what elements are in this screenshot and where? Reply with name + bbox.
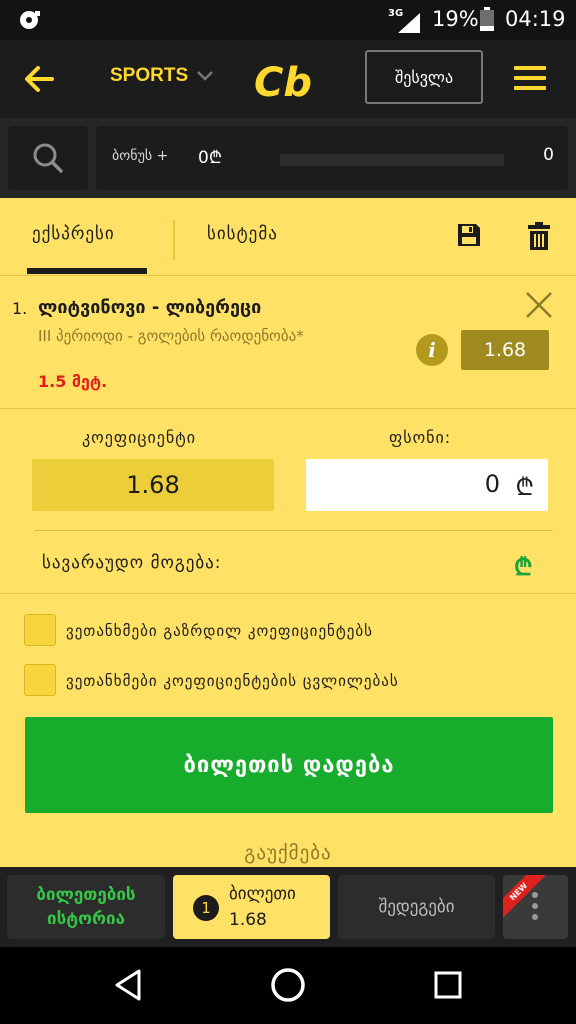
battery-percent: 19% [432, 7, 479, 31]
history-label-line2: ისტორია [47, 909, 125, 929]
stake-input[interactable]: 0 ₾ [306, 459, 548, 511]
coefficient-value: 1.68 [32, 459, 274, 511]
search-icon [33, 143, 63, 173]
battery-icon [480, 7, 494, 31]
lari-icon: ₾ [515, 473, 534, 501]
bonus-label: ბონუს + [112, 148, 169, 164]
system-nav-bar [0, 947, 576, 1024]
brand-logo[interactable]: Cb [252, 58, 326, 102]
nav-home-icon[interactable] [270, 967, 306, 1003]
notification-icon [20, 11, 40, 29]
tab-ticket[interactable]: 1 ბილეთი 1.68 [173, 875, 330, 939]
active-tab-indicator [27, 268, 147, 274]
sports-menu[interactable]: SPORTS [110, 65, 188, 87]
accept-odds-change-label[interactable]: ვეთანხმები კოეფიციენტების ცვლილებას [66, 672, 399, 690]
nav-recents-icon[interactable] [434, 971, 462, 999]
new-badge: NEW [503, 875, 546, 919]
search-button[interactable] [8, 126, 88, 190]
tab-ticket-history[interactable]: ბილეთების ისტორია [7, 875, 165, 939]
app-root: 3G 19% 04:19 SPORTS Cb შესვლა ბონუს + 0₾… [0, 0, 576, 1024]
bet-market: III პერიოდი - გოლების რაოდენობა* [38, 327, 304, 345]
app-header: SPORTS Cb შესვლა [0, 40, 576, 118]
more-menu-button[interactable]: NEW [503, 875, 568, 939]
bonus-progress-bar [280, 154, 504, 166]
coefficient-label: კოეფიციენტი [82, 428, 197, 447]
bottom-tab-bar: ბილეთების ისტორია 1 ბილეთი 1.68 შედეგები… [0, 867, 576, 947]
possible-win-label: სავარაუდო მოგება: [42, 553, 222, 573]
cancel-button[interactable]: გაუქმება [0, 842, 576, 864]
close-icon[interactable] [525, 291, 553, 319]
ticket-label: ბილეთი [229, 884, 296, 904]
possible-win-currency: ₾ [514, 553, 533, 581]
bonus-count: 0 [543, 145, 554, 165]
hamburger-menu-icon[interactable] [514, 66, 546, 92]
bet-event-title: ლიტვინოვი - ლიბერეცი [38, 297, 262, 318]
info-icon[interactable]: i [416, 334, 448, 366]
betslip-tabs: ექსპრესი სისტემა [0, 198, 576, 276]
accept-increased-odds-label[interactable]: ვეთანხმები გაზრდილ კოეფიციენტებს [66, 622, 373, 640]
divider [0, 593, 576, 594]
history-label-line1: ბილეთების [36, 885, 136, 905]
tab-system[interactable]: სისტემა [207, 224, 278, 244]
tab-results[interactable]: შედეგები [338, 875, 495, 939]
tab-divider [173, 220, 175, 260]
stake-label: ფსონი: [389, 428, 452, 447]
place-bet-button[interactable]: ბილეთის დადება [25, 717, 553, 813]
chevron-down-icon[interactable] [196, 69, 214, 83]
divider [34, 530, 553, 531]
status-bar: 3G 19% 04:19 [0, 0, 576, 40]
bet-index: 1. [12, 299, 28, 318]
more-vertical-icon [532, 892, 538, 925]
search-bonus-row: ბონუს + 0₾ 0 [0, 118, 576, 198]
ticket-count-badge: 1 [193, 895, 219, 921]
bonus-panel[interactable]: ბონუს + 0₾ 0 [96, 126, 568, 190]
bet-item: 1. ლიტვინოვი - ლიბერეცი III პერიოდი - გო… [0, 277, 576, 409]
login-button[interactable]: შესვლა [365, 50, 483, 104]
save-icon[interactable] [456, 222, 482, 248]
nav-back-icon[interactable] [114, 969, 142, 1001]
stake-value: 0 [484, 470, 500, 498]
accept-odds-change-checkbox[interactable] [24, 664, 56, 696]
ticket-odd: 1.68 [229, 910, 267, 930]
trash-icon[interactable] [528, 222, 550, 250]
back-arrow-icon[interactable] [22, 62, 56, 96]
bet-odd: 1.68 [461, 330, 549, 370]
svg-text:Cb: Cb [254, 60, 312, 102]
signal-icon [398, 13, 420, 33]
clock: 04:19 [505, 7, 566, 31]
bet-line: 1.5 მეტ. [38, 372, 108, 391]
bonus-value: 0₾ [198, 148, 222, 168]
tab-express[interactable]: ექსპრესი [32, 224, 115, 244]
accept-increased-odds-checkbox[interactable] [24, 614, 56, 646]
